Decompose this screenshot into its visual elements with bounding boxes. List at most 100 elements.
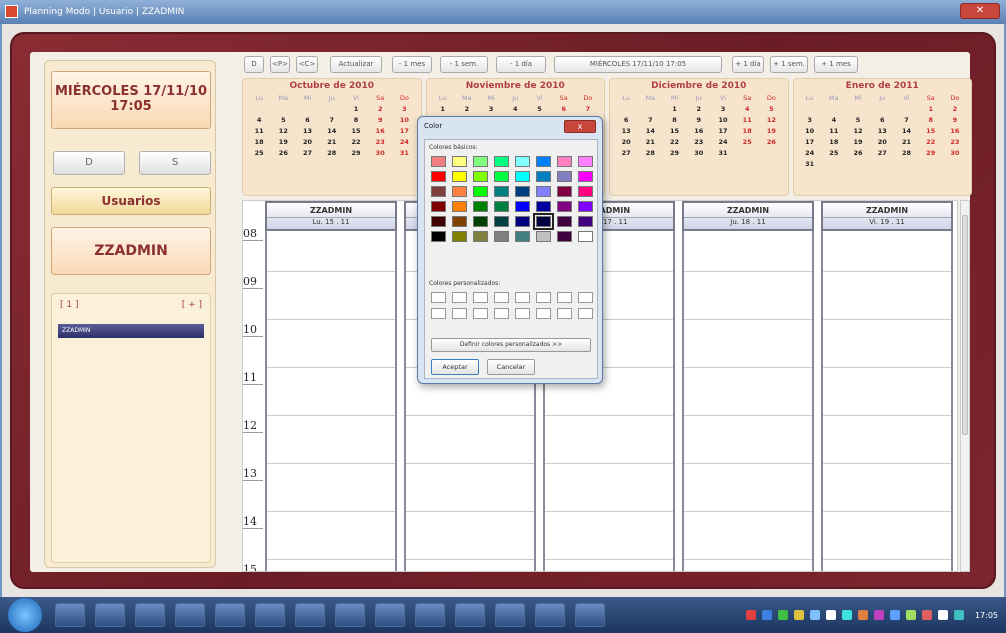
tray-icon[interactable] xyxy=(873,610,884,620)
day-cell[interactable]: 9 xyxy=(368,115,392,126)
custom-color-swatch[interactable] xyxy=(473,308,488,319)
taskbar-app-icon[interactable] xyxy=(95,603,125,627)
day-cell[interactable]: 7 xyxy=(576,104,600,115)
day-cell[interactable] xyxy=(919,159,943,170)
taskbar-app-icon[interactable] xyxy=(375,603,405,627)
color-swatch[interactable] xyxy=(536,186,551,197)
day-cell[interactable]: 16 xyxy=(943,126,967,137)
day-cell[interactable] xyxy=(822,104,846,115)
day-cell[interactable]: 30 xyxy=(368,148,392,159)
day-cell[interactable]: 11 xyxy=(822,126,846,137)
day-cell[interactable]: 23 xyxy=(943,137,967,148)
taskbar-app-icon[interactable] xyxy=(335,603,365,627)
day-cell[interactable]: 3 xyxy=(798,115,822,126)
day-cell[interactable] xyxy=(870,159,894,170)
custom-color-swatch[interactable] xyxy=(536,308,551,319)
day-cell[interactable]: 5 xyxy=(846,115,870,126)
day-cell[interactable]: 27 xyxy=(870,148,894,159)
day-cell[interactable]: 11 xyxy=(247,126,271,137)
color-swatch[interactable] xyxy=(515,231,530,242)
day-cell[interactable]: 24 xyxy=(711,137,735,148)
day-cell[interactable]: 26 xyxy=(271,148,295,159)
day-column[interactable] xyxy=(265,223,397,571)
color-swatch[interactable] xyxy=(557,171,572,182)
day-cell[interactable]: 2 xyxy=(687,104,711,115)
day-cell[interactable]: 18 xyxy=(822,137,846,148)
day-cell[interactable] xyxy=(320,104,344,115)
color-swatch[interactable] xyxy=(515,171,530,182)
color-swatch[interactable] xyxy=(473,201,488,212)
tray-icon[interactable] xyxy=(953,610,964,620)
toolbar-button[interactable]: - 1 sem. xyxy=(440,56,488,73)
color-swatch[interactable] xyxy=(431,201,446,212)
day-cell[interactable]: 10 xyxy=(392,115,416,126)
color-swatch[interactable] xyxy=(473,231,488,242)
day-column[interactable] xyxy=(682,223,814,571)
day-cell[interactable]: 14 xyxy=(894,126,918,137)
color-swatch[interactable] xyxy=(473,186,488,197)
day-cell[interactable]: 13 xyxy=(870,126,894,137)
day-cell[interactable]: 14 xyxy=(320,126,344,137)
day-cell[interactable]: 25 xyxy=(735,137,759,148)
day-cell[interactable]: 12 xyxy=(846,126,870,137)
taskbar-app-icon[interactable] xyxy=(215,603,245,627)
day-cell[interactable]: 2 xyxy=(368,104,392,115)
color-swatch[interactable] xyxy=(536,156,551,167)
custom-color-swatch[interactable] xyxy=(557,308,572,319)
day-cell[interactable]: 18 xyxy=(735,126,759,137)
day-cell[interactable]: 17 xyxy=(711,126,735,137)
start-button[interactable] xyxy=(8,598,42,632)
day-cell[interactable]: 12 xyxy=(759,115,783,126)
color-swatch[interactable] xyxy=(452,231,467,242)
color-swatch[interactable] xyxy=(536,201,551,212)
color-swatch[interactable] xyxy=(578,171,593,182)
day-cell[interactable]: 20 xyxy=(870,137,894,148)
day-cell[interactable]: 24 xyxy=(798,148,822,159)
day-cell[interactable]: 1 xyxy=(919,104,943,115)
taskbar-app-icon[interactable] xyxy=(535,603,565,627)
taskbar-app-icon[interactable] xyxy=(415,603,445,627)
day-cell[interactable]: 8 xyxy=(919,115,943,126)
taskbar-app-icon[interactable] xyxy=(575,603,605,627)
color-swatch[interactable] xyxy=(578,201,593,212)
color-swatch[interactable] xyxy=(557,186,572,197)
day-cell[interactable]: 20 xyxy=(295,137,319,148)
custom-color-swatch[interactable] xyxy=(431,308,446,319)
color-swatch[interactable] xyxy=(494,201,509,212)
day-cell[interactable]: 29 xyxy=(344,148,368,159)
day-cell[interactable] xyxy=(943,159,967,170)
list-nav-left[interactable]: [ 1 ] xyxy=(60,300,78,310)
day-cell[interactable] xyxy=(638,104,662,115)
day-cell[interactable]: 21 xyxy=(894,137,918,148)
toolbar-button[interactable]: Actualizar xyxy=(330,56,382,73)
dialog-close-button[interactable]: x xyxy=(564,120,596,133)
day-cell[interactable]: 31 xyxy=(798,159,822,170)
color-swatch[interactable] xyxy=(431,231,446,242)
tray-icon[interactable] xyxy=(921,610,932,620)
day-cell[interactable]: 26 xyxy=(846,148,870,159)
day-cell[interactable]: 18 xyxy=(247,137,271,148)
current-date-button[interactable]: MIÉRCOLES 17/11/10 17:05 xyxy=(51,71,211,129)
day-cell[interactable]: 29 xyxy=(919,148,943,159)
custom-color-swatch[interactable] xyxy=(473,292,488,303)
taskbar-app-icon[interactable] xyxy=(175,603,205,627)
day-cell[interactable] xyxy=(870,104,894,115)
custom-color-swatch[interactable] xyxy=(578,308,593,319)
color-swatch[interactable] xyxy=(452,216,467,227)
custom-color-swatch[interactable] xyxy=(494,292,509,303)
day-cell[interactable] xyxy=(894,159,918,170)
day-cell[interactable]: 15 xyxy=(662,126,686,137)
tray-icon[interactable] xyxy=(841,610,852,620)
color-swatch[interactable] xyxy=(557,156,572,167)
toolbar-button[interactable]: + 1 sem. xyxy=(770,56,808,73)
d-button[interactable]: D xyxy=(53,151,125,175)
day-cell[interactable]: 5 xyxy=(271,115,295,126)
day-cell[interactable]: 11 xyxy=(735,115,759,126)
s-button[interactable]: S xyxy=(139,151,211,175)
tray-icon[interactable] xyxy=(889,610,900,620)
day-cell[interactable]: 26 xyxy=(759,137,783,148)
color-swatch[interactable] xyxy=(494,171,509,182)
tray-icon[interactable] xyxy=(905,610,916,620)
day-cell[interactable]: 10 xyxy=(798,126,822,137)
list-nav-right[interactable]: [ + ] xyxy=(182,300,202,310)
